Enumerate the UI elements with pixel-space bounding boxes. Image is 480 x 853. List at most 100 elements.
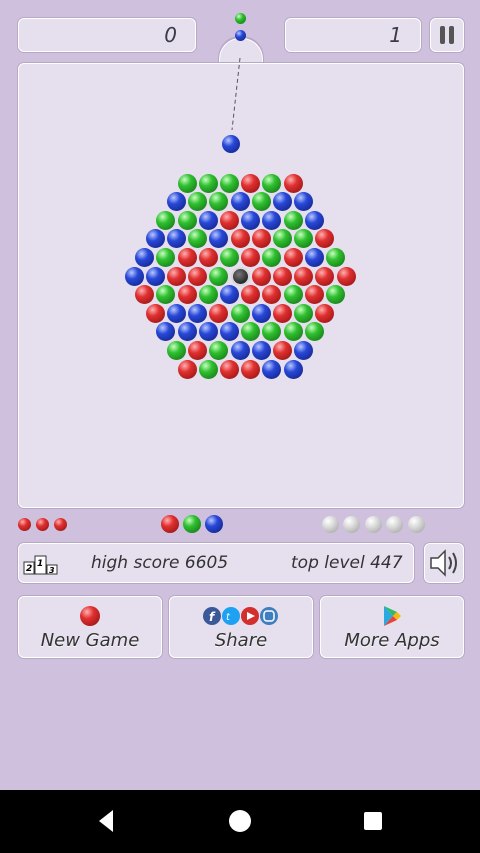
- bubble[interactable]: [272, 192, 292, 212]
- bubble[interactable]: [124, 266, 144, 286]
- bubble[interactable]: [177, 322, 197, 342]
- bubble[interactable]: [251, 340, 271, 360]
- ball-icon: [80, 606, 100, 626]
- bubble[interactable]: [219, 247, 239, 267]
- more-apps-button[interactable]: More Apps: [320, 596, 464, 658]
- bubble[interactable]: [230, 303, 250, 323]
- speaker-icon: [430, 549, 457, 577]
- new-game-label: New Game: [40, 630, 140, 651]
- bubble[interactable]: [209, 303, 229, 323]
- info-bar[interactable]: 2 1 3 high score 6605 top level 447: [18, 543, 414, 583]
- empty-slot-bubble: [343, 515, 360, 533]
- svg-text:2: 2: [26, 564, 32, 574]
- bubble[interactable]: [156, 210, 176, 230]
- bubble[interactable]: [188, 266, 208, 286]
- share-label: Share: [214, 630, 268, 651]
- bubble[interactable]: [325, 285, 345, 305]
- bubble[interactable]: [219, 210, 239, 230]
- empty-slot-bubble: [386, 515, 403, 533]
- bubble[interactable]: [145, 266, 165, 286]
- bubble[interactable]: [294, 266, 314, 286]
- bubble[interactable]: [219, 285, 239, 305]
- bubble[interactable]: [188, 303, 208, 323]
- new-game-button[interactable]: New Game: [18, 596, 162, 658]
- bubble[interactable]: [241, 173, 261, 193]
- bubble[interactable]: [283, 322, 303, 342]
- empty-slot-bubble: [407, 515, 425, 533]
- bubble[interactable]: [198, 359, 218, 379]
- shots-left-bubble: [35, 517, 49, 531]
- empty-slot-bubble: [321, 515, 339, 533]
- play-store-icon: [384, 606, 401, 626]
- bubble[interactable]: [166, 340, 186, 360]
- bubble[interactable]: [336, 266, 356, 286]
- svg-text:1: 1: [37, 559, 43, 569]
- bubble[interactable]: [166, 303, 186, 323]
- bubble[interactable]: [230, 192, 250, 212]
- bubble[interactable]: [304, 285, 324, 305]
- bubble[interactable]: [272, 340, 292, 360]
- sound-button[interactable]: [424, 543, 464, 583]
- bubble[interactable]: [209, 266, 229, 286]
- bubble[interactable]: [251, 303, 271, 323]
- bubble[interactable]: [262, 173, 282, 193]
- bubble[interactable]: [241, 210, 261, 230]
- bubble[interactable]: [325, 247, 345, 267]
- bubble[interactable]: [219, 173, 239, 193]
- empty-slot-bubble: [364, 515, 382, 533]
- bubble[interactable]: [177, 210, 197, 230]
- bubble[interactable]: [198, 247, 218, 267]
- bubble[interactable]: [283, 359, 303, 379]
- bubble[interactable]: [177, 173, 197, 193]
- bubble[interactable]: [177, 285, 197, 305]
- bubble[interactable]: [272, 303, 292, 323]
- bubble[interactable]: [272, 266, 292, 286]
- bubble[interactable]: [251, 192, 271, 212]
- bubble[interactable]: [294, 340, 314, 360]
- bubble[interactable]: [262, 210, 282, 230]
- bubble[interactable]: [294, 303, 314, 323]
- bubble[interactable]: [219, 359, 239, 379]
- share-button[interactable]: f t Share: [169, 596, 313, 658]
- bubble[interactable]: [283, 247, 303, 267]
- bubble[interactable]: [188, 340, 208, 360]
- bubble[interactable]: [166, 192, 186, 212]
- back-icon[interactable]: [96, 790, 116, 853]
- bubble[interactable]: [230, 229, 250, 249]
- bubble[interactable]: [241, 247, 261, 267]
- system-navbar: [0, 790, 480, 853]
- bubble[interactable]: [177, 359, 197, 379]
- bubble[interactable]: [198, 173, 218, 193]
- bubble[interactable]: [304, 210, 324, 230]
- bubble[interactable]: [304, 322, 324, 342]
- home-icon[interactable]: [228, 790, 252, 853]
- recents-icon[interactable]: [363, 790, 383, 853]
- podium-icon: 2 1 3: [23, 555, 58, 575]
- bubble[interactable]: [166, 266, 186, 286]
- bubble[interactable]: [230, 340, 250, 360]
- bubble[interactable]: [145, 229, 165, 249]
- bubble[interactable]: [283, 285, 303, 305]
- shooter-bubble: [222, 135, 240, 153]
- more-apps-label: More Apps: [344, 630, 440, 651]
- bubble[interactable]: [262, 359, 282, 379]
- bubble[interactable]: [315, 266, 335, 286]
- bubble[interactable]: [304, 247, 324, 267]
- bubble[interactable]: [283, 173, 303, 193]
- shots-left-bubble: [53, 517, 67, 531]
- bubble[interactable]: [177, 247, 197, 267]
- svg-text:3: 3: [49, 566, 55, 575]
- bubble[interactable]: [241, 359, 261, 379]
- bubble[interactable]: [283, 210, 303, 230]
- bubble[interactable]: [315, 303, 335, 323]
- bubble[interactable]: [251, 229, 271, 249]
- shots-left-bubble: [17, 517, 31, 531]
- bubble[interactable]: [135, 247, 155, 267]
- bubble[interactable]: [251, 266, 271, 286]
- bubble[interactable]: [145, 303, 165, 323]
- bubble[interactable]: [198, 285, 218, 305]
- top-level-label: top level 447: [291, 553, 403, 573]
- aim-line: [231, 57, 241, 131]
- bubble[interactable]: [198, 210, 218, 230]
- bubble[interactable]: [198, 322, 218, 342]
